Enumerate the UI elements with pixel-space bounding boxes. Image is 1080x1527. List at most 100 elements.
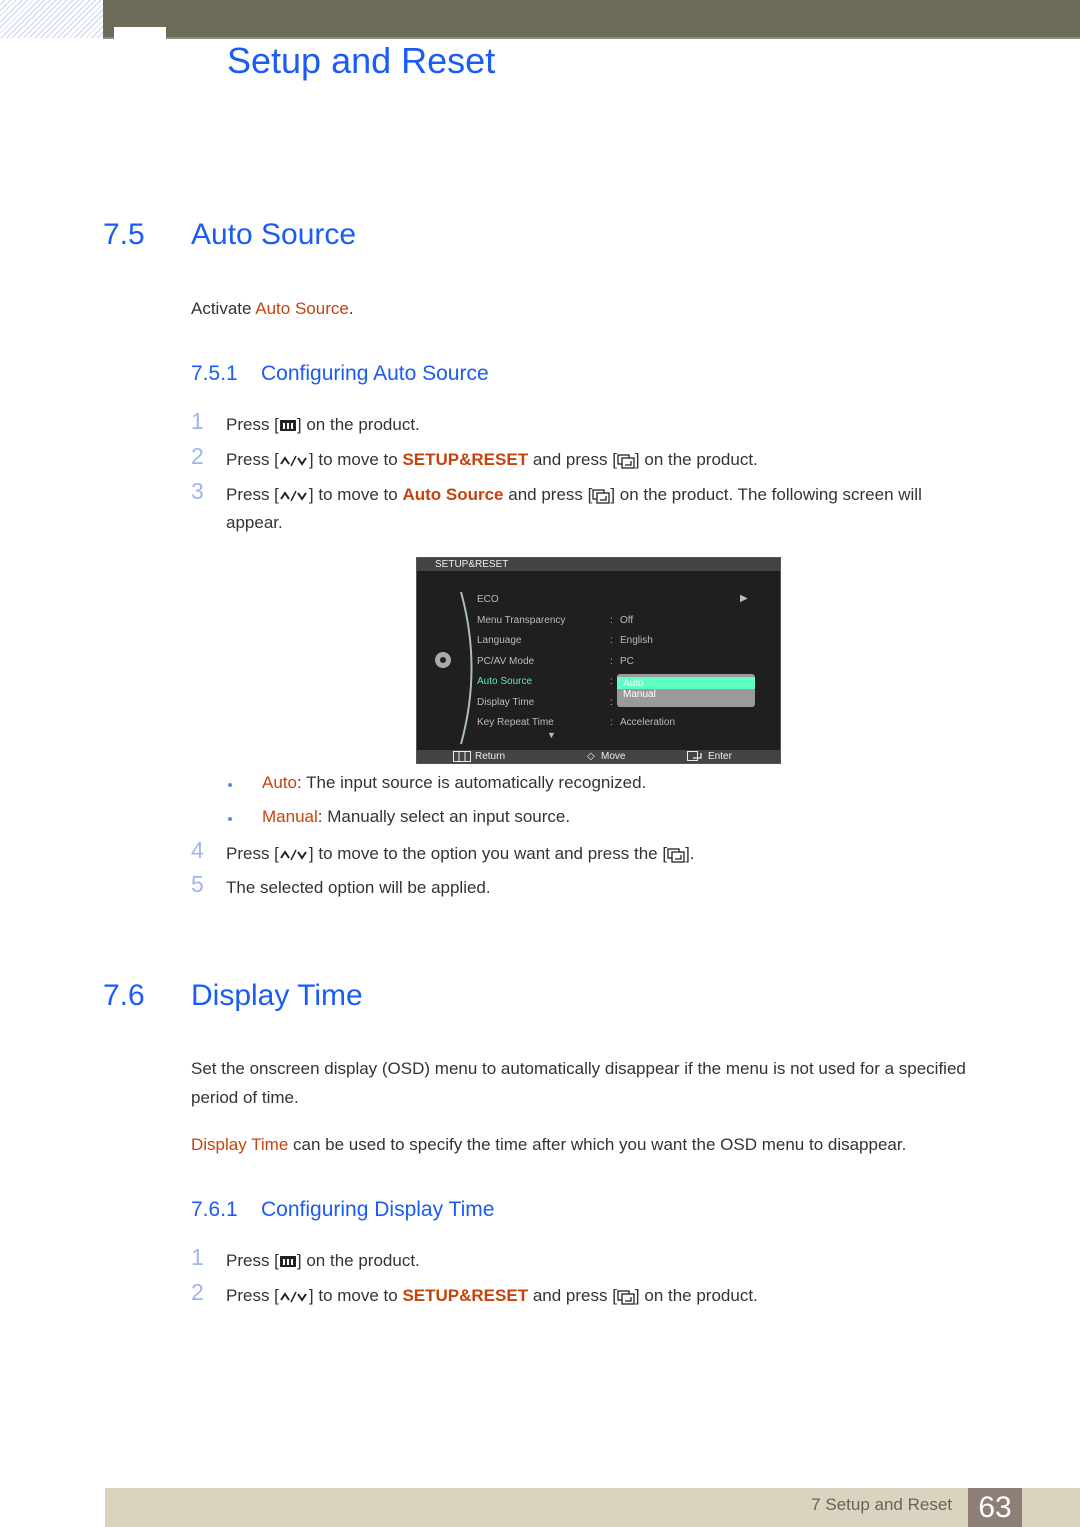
display-time-usage: Display Time can be used to specify the …: [191, 1130, 991, 1159]
osd-footer-enter: Enter: [708, 751, 732, 762]
enter-button-icon: [617, 453, 635, 469]
step-2: 2 Press [] to move to SETUP&RESET and pr…: [191, 443, 981, 474]
subsection-heading-configuring-auto-source: 7.5.1 Configuring Auto Source: [191, 362, 489, 386]
page-number: 63: [968, 1488, 1022, 1527]
menu-button-icon: [279, 420, 296, 432]
osd-dropdown: Auto Manual: [617, 674, 755, 707]
step-text: ].: [685, 844, 695, 863]
osd-item-auto-source: Auto Source:: [477, 676, 613, 687]
step-text: ] to move to the option you want and pre…: [308, 844, 668, 863]
up-down-arrow-icon: [280, 1291, 307, 1302]
step-text: The selected option will be applied.: [226, 878, 491, 897]
up-down-arrow-icon: [280, 490, 307, 501]
up-down-arrow-icon: [280, 849, 307, 860]
bullet-text: : The input source is automatically reco…: [296, 773, 647, 792]
display-time-description: Set the onscreen display (OSD) menu to a…: [191, 1059, 966, 1107]
osd-item-label: Auto Source: [477, 676, 533, 687]
osd-item-language: Language: English: [477, 635, 653, 646]
bullet-dot: [228, 817, 232, 821]
step-4: 4 Press [ ] to move to the option you wan…: [191, 837, 981, 868]
usage-text: can be used to specify the time after wh…: [288, 1135, 907, 1154]
move-icon: ◇: [587, 751, 595, 762]
intro-highlight: Auto Source: [255, 299, 349, 318]
return-icon: [453, 751, 471, 762]
step-highlight: SETUP&RESET: [402, 1286, 529, 1305]
step-text: and press [: [503, 485, 593, 504]
step-3: 3 Press [] to move to Auto Source and pr…: [191, 478, 981, 537]
osd-footer: Return ◇ Move Enter: [417, 750, 780, 763]
section-number: 7.5: [103, 218, 145, 251]
step-text: ] to move to: [308, 485, 403, 504]
step-highlight: SETUP&RESET: [402, 450, 529, 469]
up-down-arrow-icon: [280, 455, 307, 466]
osd-item-eco: ECO: [477, 594, 499, 605]
step-number: 1: [191, 408, 204, 434]
step-text: Press [: [226, 1251, 279, 1270]
step-text: ] on the product.: [634, 1286, 758, 1305]
enter-icon: [687, 751, 702, 761]
osd-item-display-time: Display Time:: [477, 697, 613, 708]
step-text: and press [: [528, 1286, 617, 1305]
step-5: 5 The selected option will be applied.: [191, 871, 981, 902]
enter-button-icon: [667, 847, 685, 863]
bullet-text: : Manually select an input source.: [317, 807, 571, 826]
display-time-step-1: 1 Press [] on the product.: [191, 1244, 981, 1275]
osd-item-pc-av-mode: PC/AV Mode: PC: [477, 656, 634, 667]
submenu-arrow-icon: ▶: [740, 593, 748, 604]
osd-item-label: Display Time: [477, 697, 535, 708]
subsection-number: 7.6.1: [191, 1198, 238, 1221]
osd-item-label: Key Repeat Time: [477, 717, 554, 728]
enter-button-icon: [592, 488, 610, 504]
subsection-heading-configuring-display-time: 7.6.1 Configuring Display Time: [191, 1198, 494, 1222]
osd-item-label: Language: [477, 635, 522, 646]
osd-item-value: English: [620, 635, 653, 646]
osd-item-label: ECO: [477, 594, 499, 605]
step-text: ] on the product.: [296, 1251, 420, 1270]
osd-item-label: Menu Transparency: [477, 615, 566, 626]
step-text: Press [: [226, 415, 279, 434]
enter-button-icon: [617, 1289, 635, 1305]
intro-suffix: .: [348, 299, 354, 318]
subsection-title: Configuring Auto Source: [261, 362, 489, 385]
osd-item-value: Acceleration: [620, 717, 676, 728]
osd-item-value: Off: [620, 615, 634, 626]
intro-text: Activate: [191, 299, 256, 318]
subsection-number: 7.5.1: [191, 362, 238, 385]
step-1: 1 Press [ ] on the product.: [191, 408, 981, 439]
section-heading-auto-source: 7.5 Auto Source: [103, 218, 356, 252]
header-tab: [114, 27, 166, 39]
step-number: 3: [191, 478, 204, 504]
section-number: 7.6: [103, 979, 145, 1012]
scroll-down-arrow-icon: ▼: [547, 730, 556, 740]
step-text: Press [: [226, 844, 279, 863]
step-text: and press [: [528, 450, 617, 469]
step-text: Press [: [226, 1286, 279, 1305]
step-text: ] on the product.: [296, 415, 420, 434]
step-text: Press [: [226, 450, 279, 469]
menu-button-icon: [279, 1256, 296, 1268]
bullet-term: Manual: [262, 807, 318, 826]
bullet-term: Auto: [262, 773, 297, 792]
osd-option-auto: Auto: [617, 677, 755, 689]
header-bar: [103, 0, 1080, 39]
osd-item-label: PC/AV Mode: [477, 656, 535, 667]
step-number: 2: [191, 1279, 204, 1305]
bullet-auto: Auto: The input source is automatically …: [228, 773, 646, 793]
osd-item-key-repeat-time: Key Repeat Time: Acceleration: [477, 717, 676, 728]
auto-source-intro: Activate Auto Source.: [191, 294, 991, 323]
footer-chapter-label: 7 Setup and Reset: [811, 1495, 952, 1514]
step-text: Press [: [226, 485, 279, 504]
subsection-title: Configuring Display Time: [261, 1198, 495, 1221]
bullet-dot: [228, 783, 232, 787]
section-title: Auto Source: [191, 218, 357, 251]
osd-option-manual: Manual: [623, 689, 656, 700]
step-number: 2: [191, 443, 204, 469]
osd-footer-move: Move: [601, 751, 626, 762]
osd-footer-return: Return: [475, 751, 506, 762]
osd-item-value: PC: [620, 656, 634, 667]
header-hatch-decoration: [0, 0, 103, 38]
chapter-title: Setup and Reset: [227, 40, 496, 81]
step-number: 4: [191, 837, 204, 863]
osd-screenshot: SETUP&RESET ECO ▶ Menu Transparency: Off …: [416, 557, 781, 764]
step-text: ] on the product.: [634, 450, 758, 469]
